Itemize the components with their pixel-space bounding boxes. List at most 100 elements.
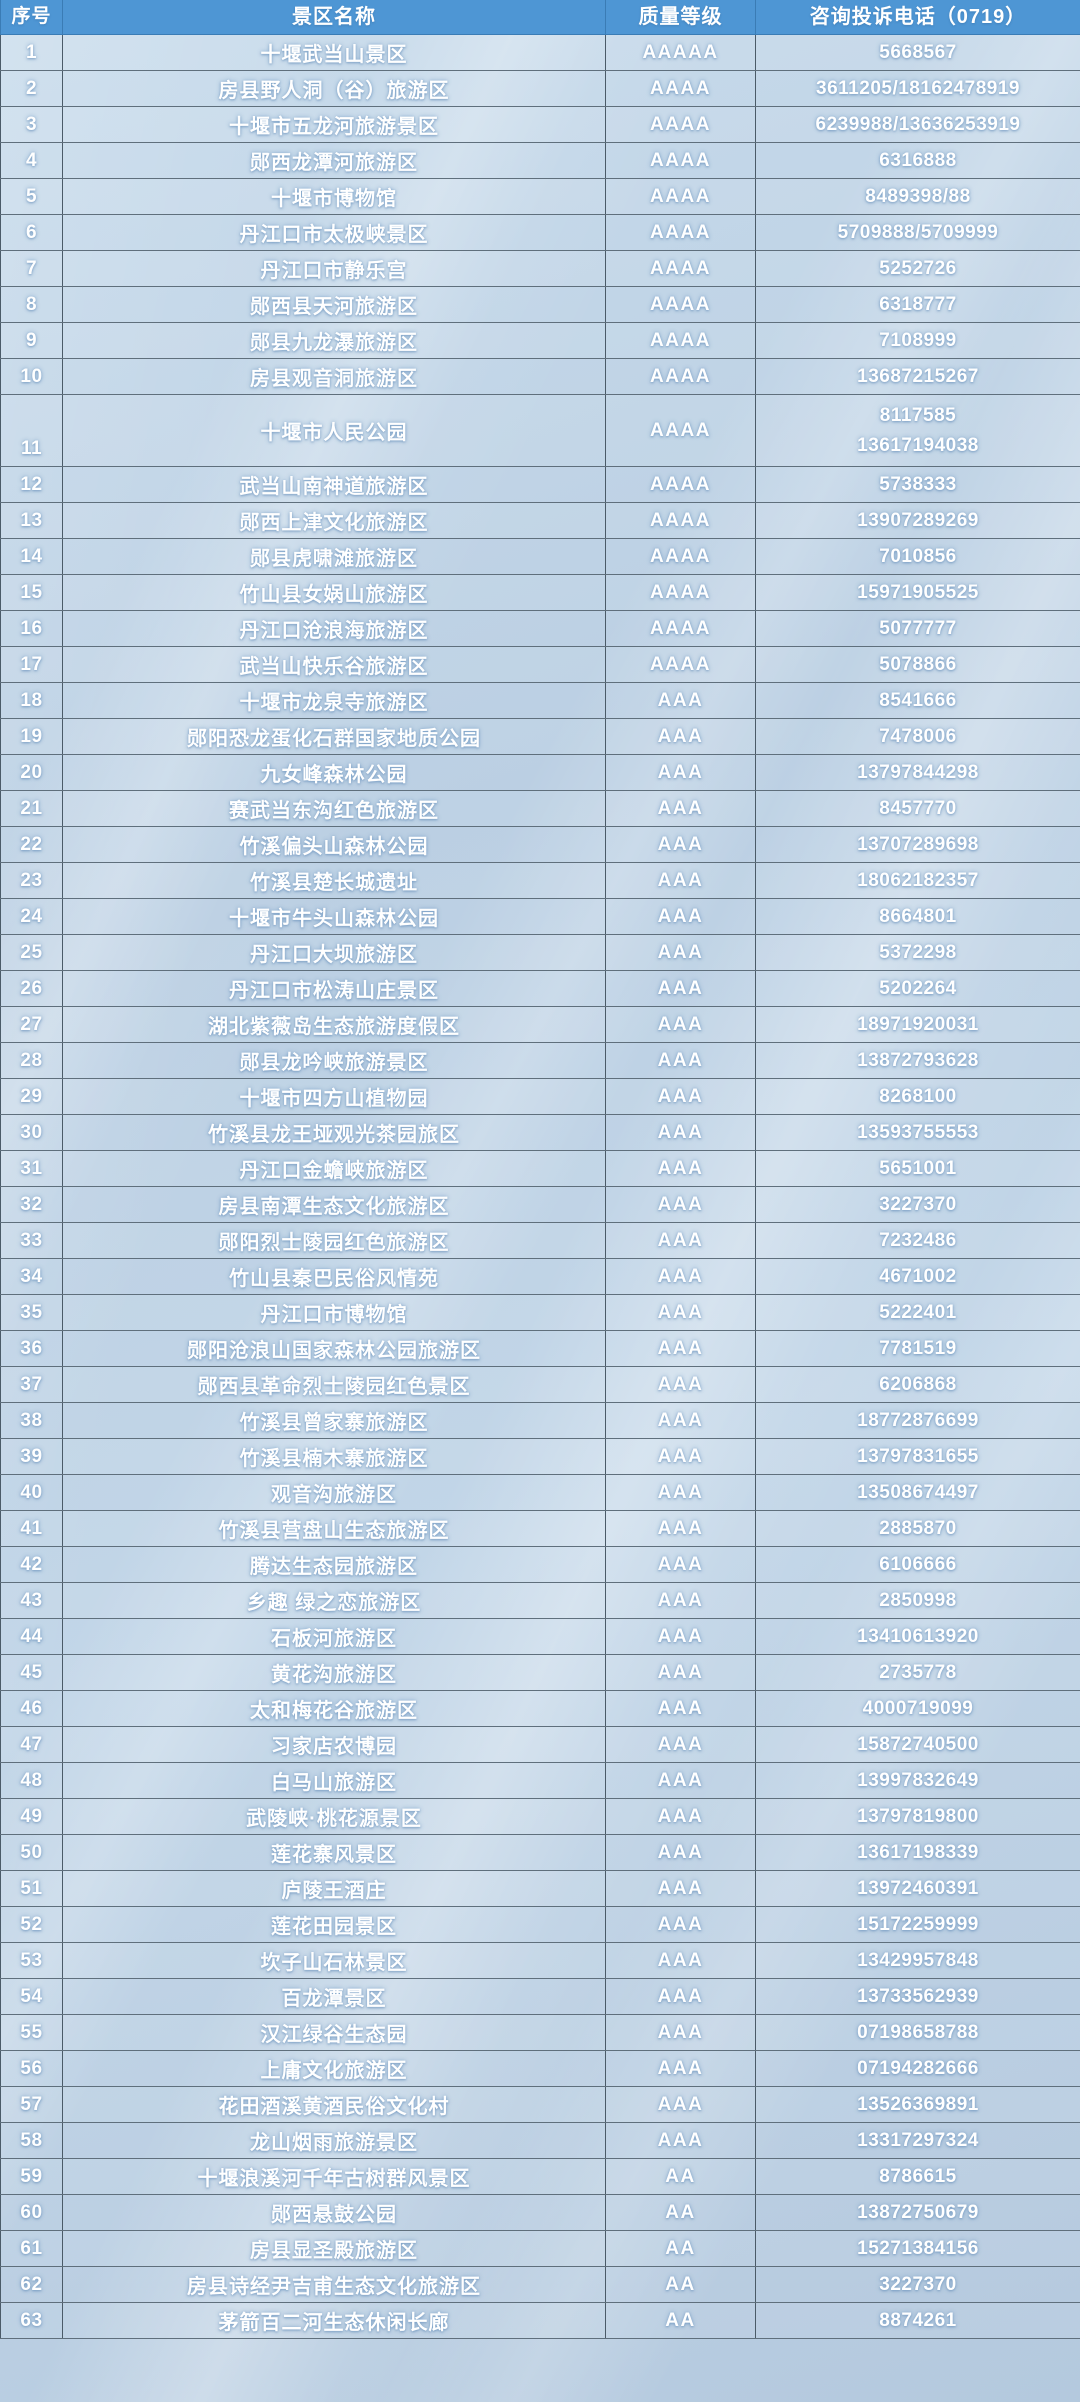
table-row: 55 汉江绿谷生态园 AAA 07198658788 (0, 2014, 1080, 2051)
row-name: 十堰市四方山植物园 (62, 1078, 606, 1115)
row-phone: 5077777 (755, 610, 1080, 647)
table-body: 1 十堰武当山景区 AAAAA 5668567 2 房县野人洞（谷）旅游区 AAAA 3611… (0, 34, 1080, 2339)
row-level: AAA (605, 790, 756, 827)
table-row: 60 郧西悬鼓公园 AA 13872750679 (0, 2194, 1080, 2231)
table-row: 46 太和梅花谷旅游区 AAA 4000719099 (0, 1690, 1080, 1727)
table-row: 39 竹溪县楠木寨旅游区 AAA 13797831655 (0, 1438, 1080, 1475)
row-index: 34 (0, 1258, 63, 1295)
row-level: AA (605, 2302, 756, 2339)
table-row: 11 十堰市人民公园 AAAA 8117585 13617194038 (0, 394, 1080, 467)
row-name: 竹溪县楠木寨旅游区 (62, 1438, 606, 1475)
row-level: AAA (605, 898, 756, 935)
table-header: 序号 景区名称 质量等级 咨询投诉电话（0719） (0, 0, 1080, 35)
table-row: 30 竹溪县龙王垭观光茶园旅区 AAA 13593755553 (0, 1114, 1080, 1151)
row-index: 40 (0, 1474, 63, 1511)
row-level: AAA (605, 1294, 756, 1331)
table-row: 33 郧阳烈士陵园红色旅游区 AAA 7232486 (0, 1222, 1080, 1259)
table-row: 40 观音沟旅游区 AAA 13508674497 (0, 1474, 1080, 1511)
row-level: AAA (605, 1798, 756, 1835)
row-name: 观音沟旅游区 (62, 1474, 606, 1511)
table-row: 27 湖北紫薇岛生态旅游度假区 AAA 18971920031 (0, 1006, 1080, 1043)
row-level: AAA (605, 1762, 756, 1799)
row-name: 汉江绿谷生态园 (62, 2014, 606, 2051)
row-level: AAA (605, 1654, 756, 1691)
row-level: AAA (605, 1834, 756, 1871)
table-row: 18 十堰市龙泉寺旅游区 AAA 8541666 (0, 682, 1080, 719)
table-row: 1 十堰武当山景区 AAAAA 5668567 (0, 34, 1080, 71)
table-row: 63 茅箭百二河生态休闲长廊 AA 8874261 (0, 2302, 1080, 2339)
row-name: 房县观音洞旅游区 (62, 358, 606, 395)
row-name: 郧阳恐龙蛋化石群国家地质公园 (62, 718, 606, 755)
row-index: 28 (0, 1042, 63, 1079)
row-name: 乡趣 绿之恋旅游区 (62, 1582, 606, 1619)
row-name: 石板河旅游区 (62, 1618, 606, 1655)
row-index: 45 (0, 1654, 63, 1691)
row-level: AAAA (605, 502, 756, 539)
row-index: 7 (0, 250, 63, 287)
row-phone: 13508674497 (755, 1474, 1080, 1511)
row-name: 郧西上津文化旅游区 (62, 502, 606, 539)
row-level: AAA (605, 1726, 756, 1763)
row-level: AAAA (605, 538, 756, 575)
row-level: AA (605, 2194, 756, 2231)
table-row: 35 丹江口市博物馆 AAA 5222401 (0, 1294, 1080, 1331)
row-phone: 7781519 (755, 1330, 1080, 1367)
row-level: AAAA (605, 286, 756, 323)
row-index: 17 (0, 646, 63, 683)
row-name: 竹溪偏头山森林公园 (62, 826, 606, 863)
table-row: 44 石板河旅游区 AAA 13410613920 (0, 1618, 1080, 1655)
row-name: 房县显圣殿旅游区 (62, 2230, 606, 2267)
row-phone: 13872750679 (755, 2194, 1080, 2231)
row-phone: 13872793628 (755, 1042, 1080, 1079)
row-level: AA (605, 2158, 756, 2195)
row-phone: 13707289698 (755, 826, 1080, 863)
row-phone: 15971905525 (755, 574, 1080, 611)
table-row: 3 十堰市五龙河旅游景区 AAAA 6239988/13636253919 (0, 106, 1080, 143)
row-level: AAAA (605, 394, 756, 467)
row-index: 10 (0, 358, 63, 395)
table-row: 42 腾达生态园旅游区 AAA 6106666 (0, 1546, 1080, 1583)
row-name: 十堰市龙泉寺旅游区 (62, 682, 606, 719)
row-name: 竹溪县龙王垭观光茶园旅区 (62, 1114, 606, 1151)
row-name: 庐陵王酒庄 (62, 1870, 606, 1907)
row-name: 白马山旅游区 (62, 1762, 606, 1799)
row-level: AAA (605, 1546, 756, 1583)
row-phone: 13429957848 (755, 1942, 1080, 1979)
row-phone: 7232486 (755, 1222, 1080, 1259)
row-phone: 13317297324 (755, 2122, 1080, 2159)
row-phone: 5651001 (755, 1150, 1080, 1187)
row-level: AAA (605, 1006, 756, 1043)
row-name: 郧县虎啸滩旅游区 (62, 538, 606, 575)
row-phone: 8664801 (755, 898, 1080, 935)
row-level: AAA (605, 1906, 756, 1943)
row-name: 竹溪县曾家寨旅游区 (62, 1402, 606, 1439)
row-level: AAA (605, 1942, 756, 1979)
table-row: 9 郧县九龙瀑旅游区 AAAA 7108999 (0, 322, 1080, 359)
row-index: 37 (0, 1366, 63, 1403)
row-level: AAA (605, 1150, 756, 1187)
row-phone: 8117585 13617194038 (755, 394, 1080, 467)
row-name: 丹江口市静乐宫 (62, 250, 606, 287)
row-index: 59 (0, 2158, 63, 2195)
row-name: 十堰市牛头山森林公园 (62, 898, 606, 935)
table-row: 31 丹江口金蟾峡旅游区 AAA 5651001 (0, 1150, 1080, 1187)
row-index: 13 (0, 502, 63, 539)
table-row: 38 竹溪县曾家寨旅游区 AAA 18772876699 (0, 1402, 1080, 1439)
row-level: AAA (605, 1186, 756, 1223)
table-row: 28 郧县龙吟峡旅游景区 AAA 13872793628 (0, 1042, 1080, 1079)
row-name: 竹山县秦巴民俗风情苑 (62, 1258, 606, 1295)
row-phone: 18062182357 (755, 862, 1080, 899)
row-name: 十堰浪溪河千年古树群风景区 (62, 2158, 606, 2195)
table-row: 51 庐陵王酒庄 AAA 13972460391 (0, 1870, 1080, 1907)
table-row: 36 郧阳沧浪山国家森林公园旅游区 AAA 7781519 (0, 1330, 1080, 1367)
table-row: 62 房县诗经尹吉甫生态文化旅游区 AA 3227370 (0, 2266, 1080, 2303)
row-name: 赛武当东沟红色旅游区 (62, 790, 606, 827)
row-name: 湖北紫薇岛生态旅游度假区 (62, 1006, 606, 1043)
row-phone: 07194282666 (755, 2050, 1080, 2087)
row-name: 房县南潭生态文化旅游区 (62, 1186, 606, 1223)
row-phone: 2885870 (755, 1510, 1080, 1547)
row-index: 38 (0, 1402, 63, 1439)
row-index: 50 (0, 1834, 63, 1871)
table-row: 50 莲花寨风景区 AAA 13617198339 (0, 1834, 1080, 1871)
row-level: AAA (605, 2050, 756, 2087)
